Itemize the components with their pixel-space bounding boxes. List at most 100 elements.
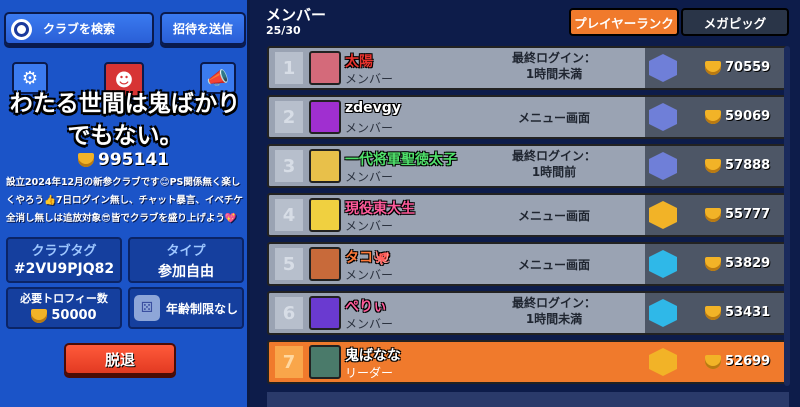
required-trophies: 50000 — [8, 308, 120, 323]
trophy-icon — [31, 308, 48, 323]
club-trophy-count: 995141 — [78, 150, 169, 170]
member-trophy-value: 52699 — [725, 354, 771, 369]
member-rank: 4 — [275, 199, 303, 231]
member-status: メニュー画面 — [469, 110, 639, 126]
trophy-icon — [705, 305, 721, 320]
member-status: 最終ログイン： 1時間未満 — [469, 50, 639, 82]
trophy-icon — [78, 153, 94, 167]
member-list-panel: メンバー 25/30 プレイヤーランク メガピッグ 1 太陽 メンバー 最終ログイン：… — [253, 0, 800, 407]
member-rank: 3 — [275, 150, 303, 182]
member-status-line: 1時間前 — [531, 165, 577, 179]
member-status: メニュー画面 — [469, 257, 639, 273]
member-trophy-value: 70559 — [725, 60, 771, 75]
member-row[interactable]: 7 鬼ばなな リーダー 52699 — [267, 340, 789, 384]
member-status-line: メニュー画面 — [517, 111, 590, 125]
member-name: タコ🐙 — [345, 250, 391, 266]
club-trophy-value: 995141 — [98, 150, 169, 170]
tab-mega-pig[interactable]: メガピッグ — [681, 8, 789, 36]
member-name: 現役東大生 — [345, 201, 415, 217]
member-role: メンバー — [345, 72, 394, 86]
tab-player-rank-label: プレイヤーランク — [574, 15, 674, 31]
member-trophies: 55777 — [705, 207, 770, 222]
club-type-value: 参加自由 — [158, 264, 214, 280]
club-info-panel: クラブを検索 招待を送信 ⚙ ☻ 📣 わたる世間は鬼ばかりでもない。 99514… — [0, 0, 250, 407]
member-status-line: 最終ログイン： — [511, 296, 596, 310]
club-type-label: タイプ — [166, 244, 206, 259]
member-status: 最終ログイン： 1時間未満 — [469, 295, 639, 327]
member-role: メンバー — [345, 268, 394, 282]
member-row[interactable]: 5 タコ🐙 メンバー メニュー画面 53829 — [267, 242, 789, 286]
search-club-button[interactable]: クラブを検索 — [4, 12, 154, 45]
member-status-line: 最終ログイン： — [511, 51, 596, 65]
member-trophy-value: 55777 — [725, 207, 771, 222]
trophy-icon — [705, 109, 721, 124]
member-status-line: 最終ログイン： — [511, 149, 596, 163]
member-row[interactable]: 2 zdevgy メンバー メニュー画面 59069 — [267, 95, 789, 139]
member-row[interactable]: 6 ぺりぃメンバー 最終ログイン： 1時間未満 53431 — [267, 291, 789, 335]
search-club-label: クラブを検索 — [42, 22, 115, 36]
member-row[interactable]: 3 一代将軍聖徳太子 メンバー 最終ログイン： 1時間前 57888 — [267, 144, 789, 188]
member-trophy-value: 57888 — [725, 158, 771, 173]
dice-icon: ⚄ — [134, 295, 160, 321]
search-icon — [11, 19, 32, 40]
required-trophies-label: 必要トロフィー数 — [20, 292, 108, 305]
tab-mega-pig-label: メガピッグ — [703, 15, 767, 31]
member-name: zdevgy — [345, 100, 401, 116]
required-trophies-value: 50000 — [51, 308, 97, 323]
avatar — [309, 51, 341, 85]
member-rank: 5 — [275, 248, 303, 280]
member-rank: 1 — [275, 52, 303, 84]
member-row[interactable]: 1 太陽メンバー 最終ログイン： 1時間未満 70559 — [267, 46, 789, 90]
member-rank: 7 — [275, 346, 303, 378]
avatar — [309, 198, 341, 232]
avatar — [309, 149, 341, 183]
club-type-box: タイプ 参加自由 — [128, 237, 244, 283]
trophy-icon — [705, 354, 721, 369]
list-bottom-edge — [267, 392, 789, 407]
trophy-icon — [705, 256, 721, 271]
member-trophies: 57888 — [705, 158, 770, 173]
member-name: ぺりぃ — [345, 299, 387, 315]
member-role: メンバー — [345, 170, 394, 184]
member-status: 最終ログイン： 1時間前 — [469, 148, 639, 180]
member-status-line: メニュー画面 — [517, 258, 590, 272]
age-restriction-box: ⚄ 年齢制限なし — [128, 287, 244, 329]
club-tag-box: クラブタグ #2VU9PJQ82 — [6, 237, 122, 283]
club-name: わたる世間は鬼ばかりでもない。 — [9, 91, 241, 149]
member-trophy-value: 53829 — [725, 256, 771, 271]
member-trophy-value: 59069 — [725, 109, 771, 124]
leave-club-button[interactable]: 脱退 — [64, 343, 176, 375]
member-rank: 2 — [275, 101, 303, 133]
send-invite-button[interactable]: 招待を送信 — [160, 12, 246, 45]
member-name: 一代将軍聖徳太子 — [345, 152, 457, 168]
avatar — [309, 345, 341, 379]
trophy-icon — [705, 207, 721, 222]
member-role: メンバー — [345, 121, 394, 135]
member-role: メンバー — [345, 317, 394, 331]
trophy-icon — [705, 60, 721, 75]
club-description: 設立2024年12月の新参クラブです😊PS関係無く楽しくやろう👍7日ログイン無し… — [6, 177, 243, 224]
member-role: リーダー — [345, 366, 394, 380]
member-list-scrollbar[interactable] — [784, 46, 790, 386]
member-status-line: メニュー画面 — [517, 209, 590, 223]
required-trophies-box: 必要トロフィー数 50000 — [6, 287, 122, 329]
trophy-icon — [705, 158, 721, 173]
send-invite-label: 招待を送信 — [172, 22, 233, 36]
member-list-title: メンバー — [266, 6, 327, 24]
member-trophies: 53829 — [705, 256, 770, 271]
member-name: 太陽 — [345, 54, 373, 70]
member-trophies: 59069 — [705, 109, 770, 124]
avatar — [309, 247, 341, 281]
member-trophies: 52699 — [705, 354, 770, 369]
member-trophies: 53431 — [705, 305, 770, 320]
club-tag-label: クラブタグ — [31, 244, 97, 259]
member-row[interactable]: 4 現役東大生メンバー メニュー画面 55777 — [267, 193, 789, 237]
member-status-line: 1時間未満 — [525, 67, 583, 81]
member-role: メンバー — [345, 219, 394, 233]
member-status: メニュー画面 — [469, 208, 639, 224]
leave-club-label: 脱退 — [104, 350, 135, 369]
club-tag-value: #2VU9PJQ82 — [13, 261, 115, 277]
member-rank: 6 — [275, 297, 303, 329]
tab-player-rank[interactable]: プレイヤーランク — [569, 8, 679, 36]
member-count: 25/30 — [266, 24, 301, 37]
